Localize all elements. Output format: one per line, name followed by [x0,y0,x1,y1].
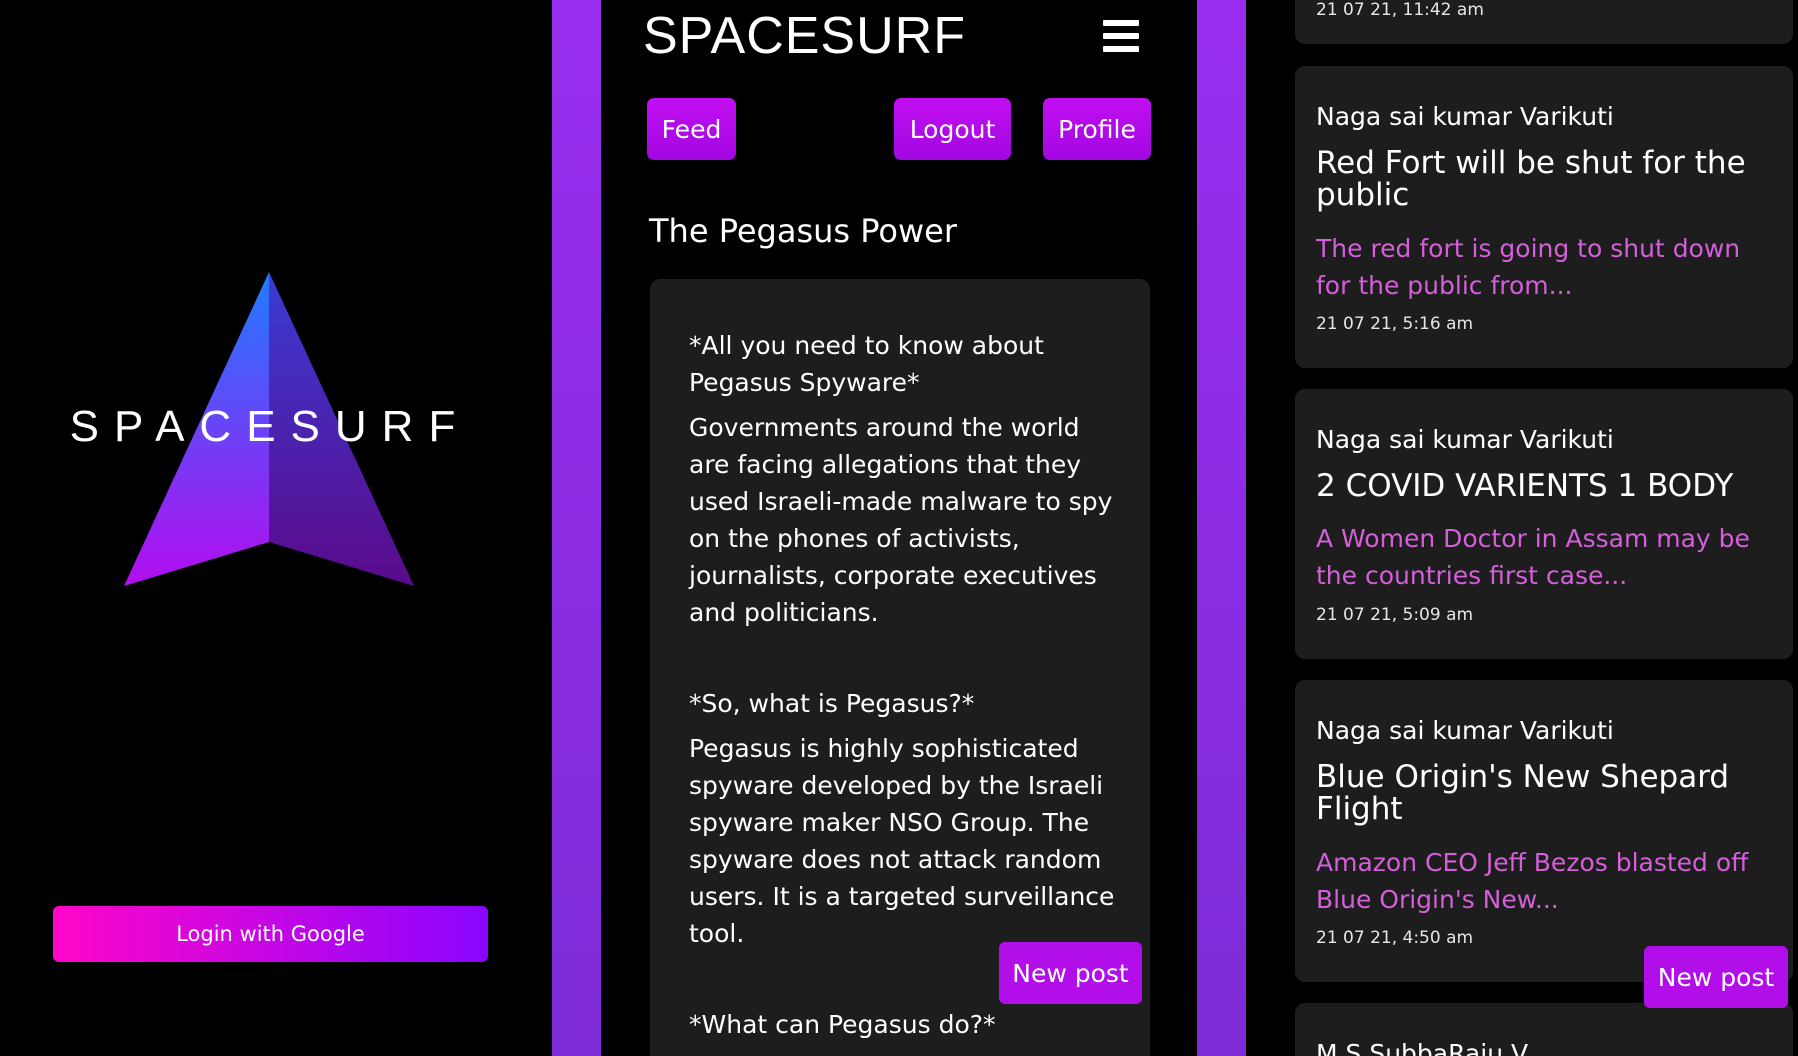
card-title: 2 COVID VARIENTS 1 BODY [1316,468,1734,504]
feed-card[interactable]: Naga sai kumar Varikuti 2 COVID VARIENTS… [1295,389,1793,659]
login-with-google-button[interactable]: Login with Google [53,906,488,962]
post-heading: *What can Pegasus do?* [689,1010,996,1039]
feed-screen: 21 07 21, 11:42 am Naga sai kumar Variku… [1246,0,1798,1056]
menu-icon[interactable] [1103,20,1139,52]
card-author: Naga sai kumar Varikuti [1316,102,1614,131]
feed-card[interactable]: Naga sai kumar Varikuti Red Fort will be… [1295,66,1793,368]
post-title: The Pegasus Power [649,212,957,250]
card-author: M S SubbaRaju V [1316,1039,1529,1056]
card-date: 21 07 21, 5:16 am [1316,314,1474,334]
feed-button[interactable]: Feed [647,98,736,160]
profile-button[interactable]: Profile [1043,98,1151,160]
splash-screen: SPACESURF Login with Google [0,0,552,1056]
app-brand: SPACESURF [643,7,966,65]
post-body-card: *All you need to know about Pegasus Spyw… [650,279,1150,1056]
card-title: Red Fort will be shut for the public [1316,145,1746,213]
card-author: Naga sai kumar Varikuti [1316,716,1614,745]
card-excerpt: Amazon CEO Jeff Bezos blasted off Blue O… [1316,848,1749,914]
feed-card-partial[interactable]: 21 07 21, 11:42 am [1295,0,1793,44]
new-post-button[interactable]: New post [999,942,1142,1004]
card-date: 21 07 21, 5:09 am [1316,605,1474,625]
post-paragraph: Governments around the world are facing … [689,413,1113,627]
card-date: 21 07 21, 4:50 am [1316,928,1474,948]
card-author: Naga sai kumar Varikuti [1316,425,1614,454]
post-detail-screen: SPACESURF Feed Logout Profile The Pegasu… [601,0,1197,1056]
post-heading: *So, what is Pegasus?* [689,689,975,718]
feed-card[interactable]: Naga sai kumar Varikuti Blue Origin's Ne… [1295,680,1793,982]
card-title: Blue Origin's New Shepard Flight [1316,759,1730,827]
splash-title: SPACESURF [69,402,471,451]
feed-card-partial[interactable]: M S SubbaRaju V [1295,1003,1793,1056]
new-post-button[interactable]: New post [1644,946,1788,1008]
card-excerpt: A Women Doctor in Assam may be the count… [1316,524,1750,590]
logout-button[interactable]: Logout [894,98,1011,160]
card-date: 21 07 21, 11:42 am [1316,0,1484,20]
post-heading: *All you need to know about Pegasus Spyw… [689,331,1044,397]
post-paragraph: Pegasus is highly sophisticated spyware … [689,734,1115,948]
card-excerpt: The red fort is going to shut down for t… [1316,234,1741,300]
